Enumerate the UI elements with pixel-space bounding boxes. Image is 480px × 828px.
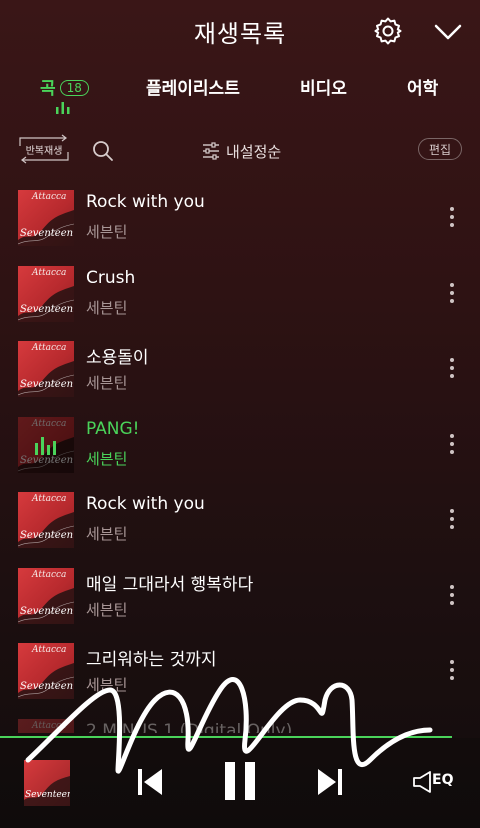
cover-wave xyxy=(18,361,74,397)
song-row[interactable]: Attacca Seventeen Rock with you 세븐틴 xyxy=(0,490,480,566)
song-artist: 세븐틴 xyxy=(86,223,128,241)
cover-wave xyxy=(18,588,74,624)
cover-artist-text: Seventeen xyxy=(20,530,74,541)
sort-icon xyxy=(203,142,219,160)
now-playing-cover[interactable]: Seventeen xyxy=(24,760,70,806)
cover-artist-text: Seventeen xyxy=(20,606,74,617)
more-options-icon[interactable] xyxy=(448,584,456,606)
cover-album-text: Attacca xyxy=(32,343,67,353)
album-cover: Attacca Seventeen xyxy=(18,643,74,699)
cover-album-text: Attacca xyxy=(32,494,67,504)
song-title: 매일 그대라서 행복하다 xyxy=(86,575,254,595)
sort-label: 내설정순 xyxy=(226,143,282,161)
song-artist: 세븐틴 xyxy=(86,601,128,619)
tab-language[interactable]: 어학 xyxy=(407,74,438,99)
album-cover: AttaccaSeventeen xyxy=(18,417,74,473)
eq-button[interactable]: EQ xyxy=(412,766,458,798)
song-artist: 세븐틴 xyxy=(86,676,128,694)
cover-artist-text: Seventeen xyxy=(20,379,74,390)
cover-album-text: Attacca xyxy=(32,721,67,731)
active-tab-indicator-icon xyxy=(56,102,70,114)
song-row[interactable]: Attacca Seventeen Rock with you 세븐틴 xyxy=(0,188,480,264)
song-list: Attacca Seventeen Rock with you 세븐틴 Attacca S… xyxy=(0,188,480,733)
more-options-icon[interactable] xyxy=(448,206,456,228)
chevron-down-icon[interactable] xyxy=(432,20,464,44)
cover-wave xyxy=(18,512,74,548)
tab-video[interactable]: 비디오 xyxy=(300,74,347,99)
eq-label: EQ xyxy=(432,772,454,788)
song-artist: 세븐틴 xyxy=(86,450,128,468)
song-row[interactable]: AttaccaSeventeen 2 MINUS 1 (Digital Only) xyxy=(0,717,480,733)
cover-wave xyxy=(18,210,74,246)
cover-wave xyxy=(18,286,74,322)
album-cover: Attacca Seventeen xyxy=(18,266,74,322)
song-artist: 세븐틴 xyxy=(86,299,128,317)
song-title: Rock with you xyxy=(86,494,205,514)
previous-icon[interactable] xyxy=(136,766,164,798)
mini-player: Seventeen EQ xyxy=(0,738,480,828)
cover-wave xyxy=(18,663,74,699)
song-row[interactable]: Attacca Seventeen 소용돌이세븐틴 xyxy=(0,339,480,415)
song-row[interactable]: Attacca Seventeen Crush 세븐틴 xyxy=(0,264,480,340)
cover-artist-text: Seventeen xyxy=(25,790,70,800)
page-title: 재생목록 xyxy=(193,20,287,48)
tab-songs-label: 곡 xyxy=(40,79,56,99)
cover-album-text: Attacca xyxy=(32,268,67,278)
cover-album-text: Attacca xyxy=(32,192,67,202)
album-cover: AttaccaSeventeen xyxy=(18,719,74,733)
next-icon[interactable] xyxy=(316,766,344,798)
song-title: PANG! xyxy=(86,419,140,439)
repeat-button[interactable]: 반복재생 xyxy=(16,134,72,164)
toolbar: 반복재생 내설정순 편집 xyxy=(0,134,480,168)
gear-icon[interactable] xyxy=(373,16,403,46)
album-cover: Attacca Seventeen xyxy=(18,341,74,397)
cover-artist-text: Seventeen xyxy=(20,228,74,239)
more-options-icon[interactable] xyxy=(448,659,456,681)
tab-playlist[interactable]: 플레이리스트 xyxy=(146,74,240,99)
song-row[interactable]: Attacca Seventeen 매일 그대라서 행복하다세븐틴 xyxy=(0,566,480,642)
repeat-label: 반복재생 xyxy=(25,146,63,157)
eq-icon xyxy=(413,771,431,793)
edit-button[interactable]: 편집 xyxy=(418,138,462,160)
song-count-badge: 18 xyxy=(59,80,89,96)
song-title: 2 MINUS 1 (Digital Only) xyxy=(86,721,293,733)
album-cover: Attacca Seventeen xyxy=(18,190,74,246)
song-artist: 세븐틴 xyxy=(86,525,128,543)
more-options-icon[interactable] xyxy=(448,282,456,304)
more-options-icon[interactable] xyxy=(448,508,456,530)
cover-artist-text: Seventeen xyxy=(20,304,74,315)
song-title: 그리워하는 것까지 xyxy=(86,650,217,670)
song-row[interactable]: AttaccaSeventeen PANG! 세븐틴 xyxy=(0,415,480,491)
song-artist: 세븐틴 xyxy=(86,374,128,392)
cover-artist-text: Seventeen xyxy=(20,681,74,692)
cover-album-text: Attacca xyxy=(32,570,67,580)
tab-bar: 곡 18 플레이리스트 비디오 어학 xyxy=(0,68,480,118)
song-row[interactable]: Attacca Seventeen 그리워하는 것까지세븐틴 xyxy=(0,641,480,717)
more-options-icon[interactable] xyxy=(448,357,456,379)
header: 재생목록 xyxy=(0,0,480,62)
album-cover: Attacca Seventeen xyxy=(18,492,74,548)
cover-album-text: Attacca xyxy=(32,645,67,655)
cover-wave xyxy=(24,776,70,806)
now-playing-icon xyxy=(35,437,56,455)
pause-icon[interactable] xyxy=(222,760,258,802)
album-cover: Attacca Seventeen xyxy=(18,568,74,624)
song-title: Rock with you xyxy=(86,192,205,212)
more-options-icon[interactable] xyxy=(448,433,456,455)
search-icon[interactable] xyxy=(92,140,114,162)
tab-songs[interactable]: 곡 18 xyxy=(40,74,89,99)
song-title: 소용돌이 xyxy=(86,348,149,368)
song-title: Crush xyxy=(86,268,136,288)
